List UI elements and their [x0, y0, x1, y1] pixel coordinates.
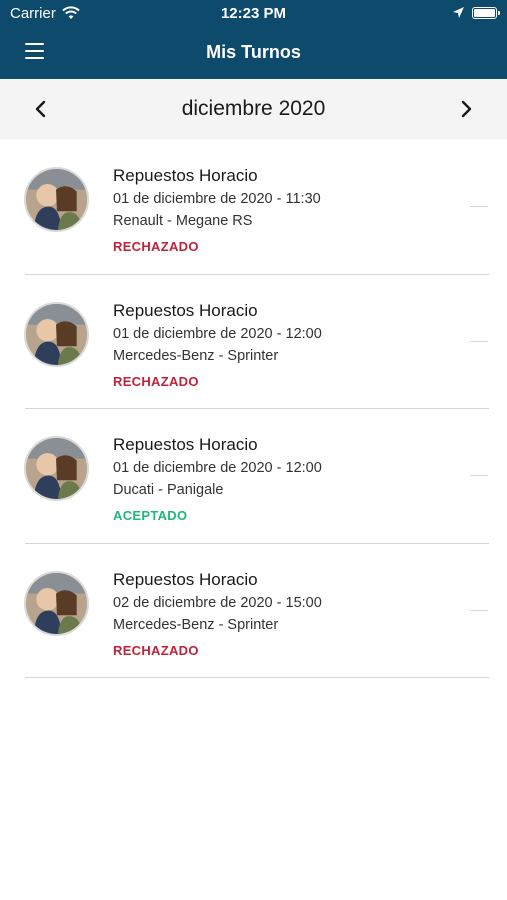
status-badge: ACEPTADO	[113, 508, 188, 523]
vehicle-label: Renault - Megane RS	[113, 213, 253, 229]
page-title: Mis Turnos	[206, 42, 301, 62]
battery-icon	[472, 7, 500, 19]
appointment-datetime: 01 de diciembre de 2020 - 11:30	[113, 191, 321, 207]
avatar	[24, 436, 89, 501]
list-item[interactable]: Repuestos Horacio 01 de diciembre de 202…	[0, 409, 507, 544]
appointment-datetime: 02 de diciembre de 2020 - 15:00	[113, 594, 322, 611]
appointment-datetime: 01 de diciembre de 2020 - 12:00	[113, 460, 322, 476]
divider	[25, 677, 489, 678]
status-badge: RECHAZADO	[113, 642, 199, 658]
business-name: Repuestos Horacio	[113, 569, 258, 589]
month-label: diciembre 2020	[181, 97, 326, 120]
list-item[interactable]: Repuestos Horacio 02 de diciembre de 202…	[0, 544, 507, 678]
month-selector: diciembre 2020	[0, 79, 507, 139]
row-accessory	[470, 475, 488, 476]
business-name: Repuestos Horacio	[113, 435, 258, 454]
status-badge: RECHAZADO	[113, 239, 199, 254]
business-name: Repuestos Horacio	[113, 300, 258, 320]
status-bar: Carrier 12:23 PM	[0, 0, 507, 28]
nav-bar: Carrier 12:23 PM Mis Turnos	[0, 0, 507, 79]
row-accessory	[470, 609, 488, 611]
location-arrow-icon	[452, 6, 465, 23]
vehicle-label: Mercedes-Benz - Sprinter	[113, 616, 279, 633]
appointment-list: Repuestos Horacio 01 de diciembre de 202…	[0, 140, 507, 678]
vehicle-label: Ducati - Panigale	[113, 482, 224, 498]
avatar	[24, 301, 89, 367]
avatar	[24, 167, 89, 232]
row-accessory	[470, 340, 488, 342]
vehicle-label: Mercedes-Benz - Sprinter	[113, 347, 279, 364]
business-name: Repuestos Horacio	[113, 166, 258, 185]
avatar	[24, 570, 89, 636]
list-item[interactable]: Repuestos Horacio 01 de diciembre de 202…	[0, 140, 507, 275]
list-item[interactable]: Repuestos Horacio 01 de diciembre de 202…	[0, 275, 507, 409]
appointment-datetime: 01 de diciembre de 2020 - 12:00	[113, 325, 322, 342]
chevron-right-icon[interactable]	[454, 97, 478, 121]
clock: 12:23 PM	[220, 5, 287, 22]
row-accessory	[470, 206, 488, 207]
status-badge: RECHAZADO	[113, 373, 199, 389]
